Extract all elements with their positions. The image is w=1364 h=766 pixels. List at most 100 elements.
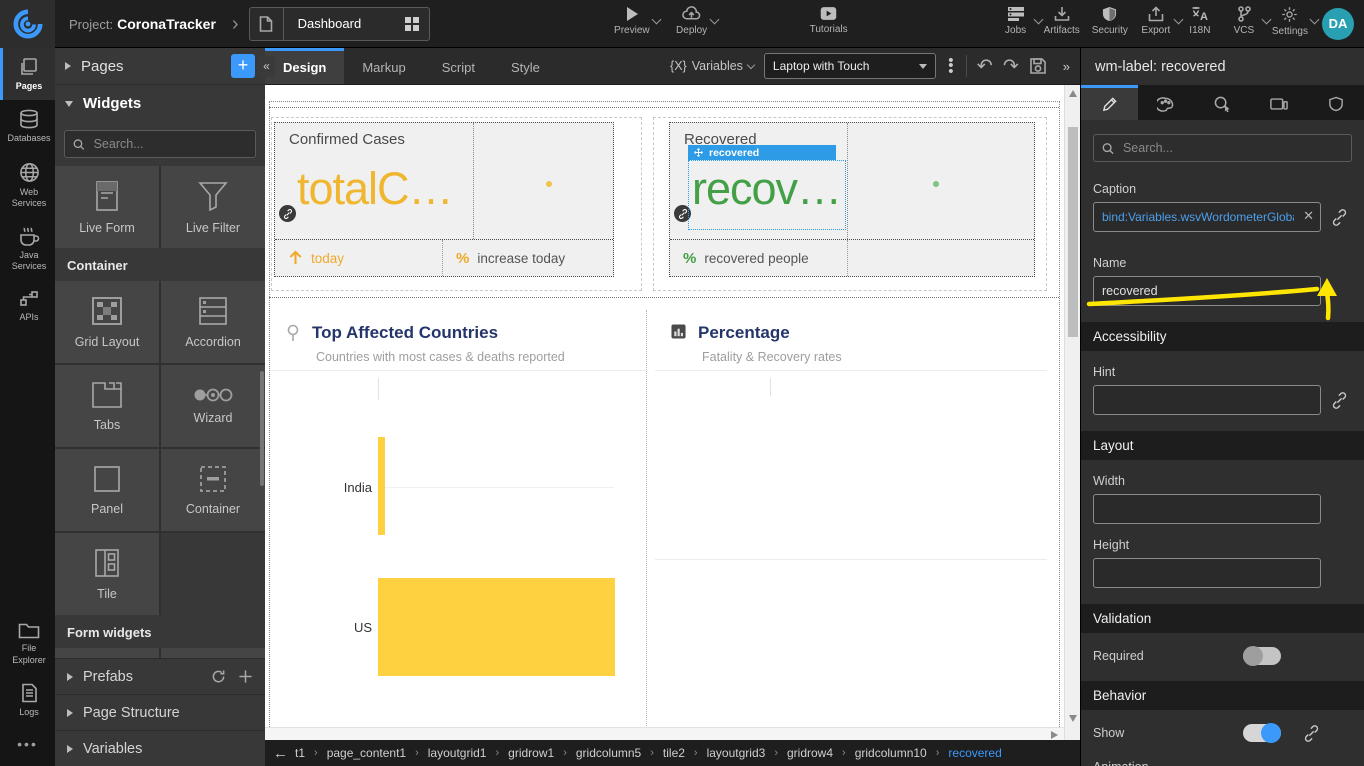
today-cell[interactable]: today (275, 240, 443, 276)
recovered-empty-cell[interactable] (848, 240, 874, 276)
tab-design[interactable]: Design (265, 48, 344, 84)
tab-styles[interactable] (1138, 85, 1195, 120)
tab-properties[interactable] (1081, 85, 1138, 120)
confirmed-bind-badge[interactable] (279, 205, 296, 222)
breadcrumb-item[interactable]: gridcolumn5 (576, 746, 641, 760)
breadcrumb-item[interactable]: gridrow4 (787, 746, 833, 760)
tab-markup[interactable]: Markup (344, 48, 423, 84)
jobs-button[interactable]: Jobs (994, 6, 1038, 36)
breadcrumb-item[interactable]: t1 (295, 746, 305, 760)
widget-search-input[interactable] (92, 136, 247, 152)
vcs-button[interactable]: VCS (1222, 6, 1266, 36)
selected-widget-outline[interactable] (688, 160, 846, 230)
security-button[interactable]: Security (1086, 6, 1134, 36)
scroll-down-arrow[interactable] (1069, 715, 1077, 722)
rail-item-web-services[interactable]: Web Services (0, 153, 55, 218)
breadcrumb-item[interactable]: gridrow1 (508, 746, 554, 760)
scrollbar-handle[interactable] (1068, 127, 1078, 337)
breadcrumb-item[interactable]: tile2 (663, 746, 685, 760)
canvas-vertical-scrollbar[interactable] (1064, 85, 1080, 740)
user-avatar[interactable]: DA (1322, 8, 1354, 40)
panel-top-affected-countries[interactable]: Top Affected Countries Countries with mo… (270, 310, 647, 730)
confirmed-chart-placeholder[interactable] (474, 123, 613, 239)
widget-live-form[interactable]: Live Form (55, 166, 159, 248)
canvas-more-menu[interactable]: ••• (946, 58, 956, 74)
save-button[interactable] (1029, 57, 1047, 75)
tab-events[interactable] (1194, 85, 1251, 120)
rail-item-pages[interactable]: Pages (0, 48, 55, 100)
widget-panel[interactable]: Panel (55, 449, 159, 531)
collapse-right-panel-button[interactable]: » (1057, 59, 1072, 74)
tile-recovered[interactable]: Recovered recovered recov… (669, 122, 1035, 277)
project-chevron[interactable]: › (232, 14, 239, 34)
tab-devices[interactable] (1251, 85, 1308, 120)
deploy-button[interactable]: Deploy (670, 6, 714, 36)
rail-item-apis[interactable]: APIs (0, 281, 55, 331)
caption-input[interactable] (1093, 202, 1321, 232)
widget-accordion[interactable]: Accordion (161, 281, 265, 363)
breadcrumb-item[interactable]: layoutgrid3 (707, 746, 766, 760)
artifacts-button[interactable]: Artifacts (1038, 6, 1086, 36)
rail-item-java-services[interactable]: Java Services (0, 217, 55, 281)
collapse-left-panel-button[interactable]: « (258, 56, 275, 77)
hint-bind-link-icon[interactable] (1331, 392, 1348, 409)
height-input[interactable] (1093, 558, 1321, 588)
tile-confirmed-cases[interactable]: Confirmed Cases totalC… today (274, 122, 614, 277)
tutorials-button[interactable]: Tutorials (804, 6, 854, 35)
add-page-button[interactable]: + (231, 54, 255, 78)
scroll-up-arrow[interactable] (1069, 90, 1077, 97)
pages-accordion-header[interactable]: Pages + (55, 48, 265, 85)
widget-list-scrollbar[interactable] (260, 371, 264, 486)
widget-grid-layout[interactable]: Grid Layout (55, 281, 159, 363)
width-input[interactable] (1093, 494, 1321, 524)
tab-security[interactable] (1307, 85, 1364, 120)
panel-percentage[interactable]: Percentage Fatality & Recovery rates (655, 310, 1047, 560)
device-select[interactable]: Laptop with Touch (764, 53, 936, 79)
widget-search[interactable] (64, 130, 256, 158)
variables-button[interactable]: {X} Variables (670, 59, 754, 73)
refresh-icon[interactable] (211, 669, 226, 684)
confirmed-total-label[interactable]: totalC… (297, 163, 453, 215)
widget-tile[interactable]: Tile (55, 533, 159, 615)
show-toggle[interactable] (1243, 724, 1281, 742)
rail-item-databases[interactable]: Databases (0, 100, 55, 152)
clear-binding-icon[interactable]: ✕ (1303, 209, 1314, 222)
tab-script[interactable]: Script (424, 48, 493, 84)
recovered-people-cell[interactable]: % recovered people (670, 240, 848, 276)
selection-tag[interactable]: recovered (688, 145, 836, 160)
breadcrumb-item[interactable]: layoutgrid1 (428, 746, 487, 760)
export-button[interactable]: Export (1134, 6, 1178, 36)
breadcrumb-item-selected[interactable]: recovered (948, 746, 1001, 760)
deploy-chevron[interactable] (709, 14, 719, 24)
widgets-accordion-header[interactable]: Widgets (55, 85, 265, 122)
property-search[interactable] (1093, 134, 1352, 162)
required-toggle[interactable] (1243, 647, 1281, 665)
variables-accordion-header[interactable]: Variables (55, 730, 265, 766)
widget-container[interactable]: Container (161, 449, 265, 531)
recovered-chart-placeholder[interactable] (848, 123, 1034, 239)
property-search-input[interactable] (1121, 140, 1343, 156)
settings-button[interactable]: Settings (1266, 6, 1314, 37)
hint-input[interactable] (1093, 385, 1321, 415)
bar-india[interactable] (378, 437, 385, 535)
tab-style[interactable]: Style (493, 48, 558, 84)
dashboard-page-tab[interactable]: Dashboard (249, 7, 431, 41)
rail-item-logs[interactable]: Logs (0, 674, 55, 726)
name-input[interactable] (1093, 276, 1321, 306)
undo-button[interactable]: ↶ (977, 57, 993, 76)
scroll-right-arrow[interactable] (1051, 731, 1058, 739)
add-prefab-icon[interactable] (238, 669, 253, 684)
breadcrumb-item[interactable]: gridcolumn10 (855, 746, 927, 760)
redo-button[interactable]: ↷ (1003, 57, 1019, 76)
i18n-button[interactable]: A I18N (1178, 6, 1222, 36)
show-bind-link-icon[interactable] (1303, 725, 1320, 742)
design-canvas[interactable]: Confirmed Cases totalC… today (265, 85, 1080, 740)
increase-today-cell[interactable]: % increase today (443, 240, 578, 276)
page-structure-accordion-header[interactable]: Page Structure (55, 694, 265, 730)
settings-chevron[interactable] (1310, 14, 1320, 24)
preview-button[interactable]: Preview (608, 6, 656, 36)
confirmed-cases-title[interactable]: Confirmed Cases (289, 131, 405, 148)
rail-more-button[interactable]: ••• (0, 726, 55, 766)
wavemaker-logo[interactable] (0, 0, 55, 48)
caption-bind-link-icon[interactable] (1331, 209, 1348, 226)
